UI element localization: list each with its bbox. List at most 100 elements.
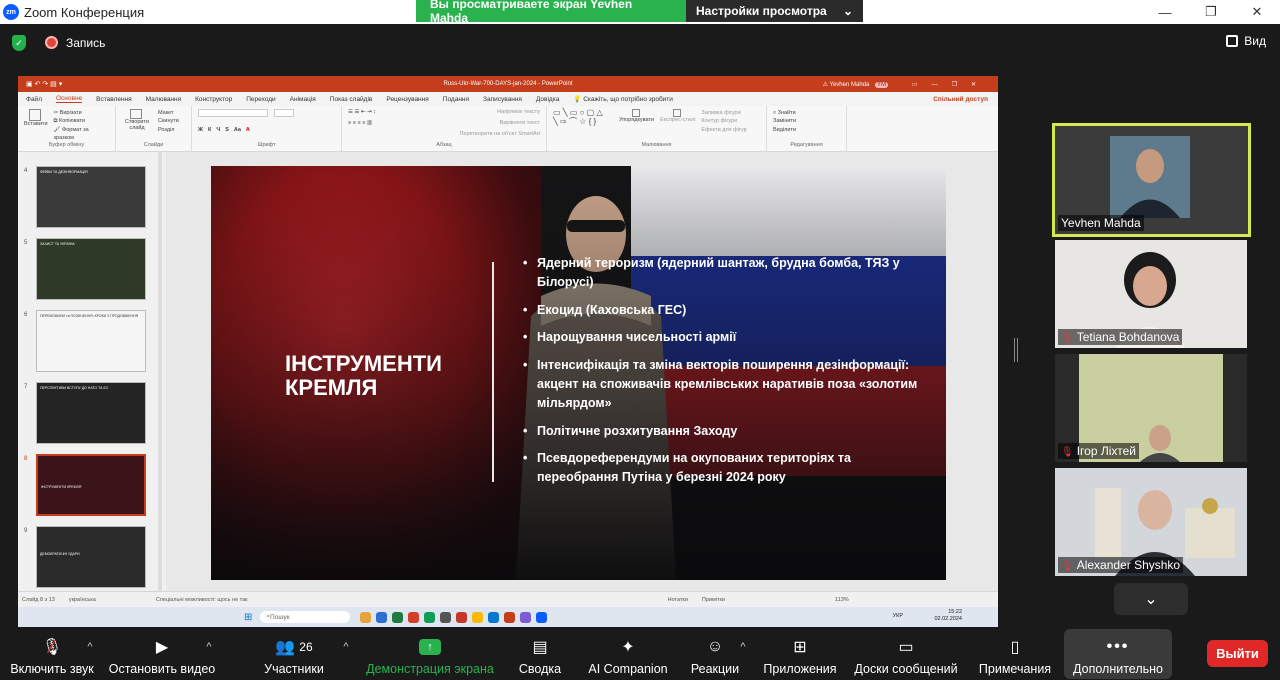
- summary-button[interactable]: ▤ Сводка: [516, 632, 564, 676]
- shape-fill-button[interactable]: Заливка фігури: [701, 109, 746, 117]
- comments-button[interactable]: Примітки: [702, 597, 725, 603]
- more-button[interactable]: ••• Дополнительно: [1064, 629, 1172, 679]
- copy-button[interactable]: ⧉ Копіювати: [54, 117, 109, 125]
- tell-me-box[interactable]: 💡 Скажіть, що потрібно зробити: [573, 95, 673, 103]
- replace-button[interactable]: Замінити: [773, 117, 840, 125]
- thumbnails-scrollbar[interactable]: [158, 152, 162, 591]
- participants-caret[interactable]: ^: [340, 632, 352, 676]
- new-slide-button[interactable]: Створити слайд: [122, 109, 152, 134]
- slide-thumbnail[interactable]: ДЕМОКРАТИЧНІ УДАРИ: [36, 526, 146, 588]
- app-icon[interactable]: [504, 611, 516, 623]
- tab-view[interactable]: Подання: [443, 96, 469, 103]
- slide-thumbnail-selected[interactable]: ІНСТРУМЕНТИ КРЕМЛЯ: [36, 454, 146, 516]
- reset-button[interactable]: Скинути: [158, 117, 179, 125]
- tab-slideshow[interactable]: Показ слайдів: [330, 96, 373, 103]
- font-name-box[interactable]: [198, 109, 268, 117]
- tab-design[interactable]: Конструктор: [195, 96, 232, 103]
- accessibility-status[interactable]: Спеціальні можливості: щось не так: [156, 597, 248, 603]
- app-icon[interactable]: [424, 611, 436, 623]
- app-icon[interactable]: [488, 611, 500, 623]
- shapes-gallery[interactable]: ▭ ╲ ▭ ○ ▢ △ ╲ ⇨ ⌒ ☆ { }: [553, 108, 613, 134]
- close-icon[interactable]: ✕: [1234, 0, 1280, 24]
- view-button[interactable]: Вид: [1226, 34, 1266, 48]
- mic-muted-icon: 🎙: [1061, 447, 1074, 458]
- app-icon[interactable]: [408, 611, 420, 623]
- stop-video-button[interactable]: ▶ Остановить видео: [108, 632, 216, 676]
- tab-draw[interactable]: Малювання: [146, 96, 181, 103]
- select-button[interactable]: Виділити: [773, 126, 840, 134]
- align-icons[interactable]: ≡ ≡ ≡ ≡ ▥: [348, 120, 372, 126]
- list-icons[interactable]: ☰ ☰ ⇤ ⇥ ↕: [348, 109, 376, 115]
- zoom-level[interactable]: 113%: [835, 597, 849, 603]
- taskbar-search[interactable]: ⌕ Пошук: [260, 611, 351, 623]
- keyboard-language[interactable]: УКР: [893, 613, 903, 619]
- format-painter-button[interactable]: 🖌 Формат за зразком: [54, 126, 109, 143]
- unmute-button[interactable]: 🎙 ⁄ Включить звук: [10, 632, 94, 677]
- tab-recording[interactable]: Записування: [483, 96, 522, 103]
- tab-transitions[interactable]: Переходи: [246, 96, 275, 103]
- windows-start-icon[interactable]: ⊞: [244, 612, 252, 623]
- font-size-box[interactable]: [274, 109, 294, 117]
- maximize-icon[interactable]: ❐: [1188, 0, 1234, 24]
- shape-effects-button[interactable]: Ефекти для фігур: [701, 126, 746, 134]
- layout-button[interactable]: Макет: [158, 109, 179, 117]
- video-tile[interactable]: 🎙 Ігор Ліхтей: [1055, 354, 1247, 462]
- smartart-button[interactable]: Перетворити на об'єкт SmartArt: [459, 131, 540, 137]
- tab-file[interactable]: Файл: [26, 96, 42, 103]
- app-icon[interactable]: [536, 611, 548, 623]
- notes-button[interactable]: Нотатки: [668, 597, 688, 603]
- video-tile[interactable]: Yevhen Mahda: [1052, 123, 1251, 237]
- taskbar-clock[interactable]: 15:22 02.02.2024: [934, 609, 962, 623]
- tab-review[interactable]: Рецензування: [386, 96, 428, 103]
- leave-button[interactable]: Выйти: [1207, 640, 1268, 667]
- video-tile[interactable]: 🎙 Alexander Shyshko: [1055, 468, 1247, 576]
- text-direction-button[interactable]: Напрямок тексту: [497, 109, 540, 115]
- video-tile[interactable]: 🎙 Tetiana Bohdanova: [1055, 240, 1247, 348]
- app-icon[interactable]: [520, 611, 532, 623]
- participants-button[interactable]: 👥 26 Участники: [262, 632, 326, 676]
- tab-help[interactable]: Довідка: [536, 96, 559, 103]
- notes-button[interactable]: ▯ Примечания: [976, 632, 1054, 676]
- paste-button[interactable]: Вставити: [24, 109, 48, 142]
- taskbar-app-icons: [360, 611, 548, 623]
- slide-thumbnail[interactable]: ЗАХИСТ ТА УКРАЇНА: [36, 238, 146, 300]
- app-icon[interactable]: [472, 611, 484, 623]
- app-icon[interactable]: [360, 611, 372, 623]
- lightbulb-icon: 💡: [573, 96, 584, 103]
- slide-thumbnail[interactable]: ПЕРЕМОВИНИ та ПОЗИЧЕННЯ: КРОКИ З ПРОДОВЖ…: [36, 310, 146, 372]
- view-settings-button[interactable]: Настройки просмотра ⌄: [686, 0, 863, 22]
- video-options-caret[interactable]: ^: [203, 632, 215, 676]
- reactions-button[interactable]: ☺ Реакции: [690, 632, 740, 676]
- recording-icon[interactable]: [45, 36, 58, 49]
- find-button[interactable]: ⌕ Знайти: [773, 109, 840, 117]
- reactions-caret[interactable]: ^: [737, 632, 749, 676]
- slide-thumbnail[interactable]: ПЕРСПЕКТИВИ ВСТУПУ ДО НАТО ТА ЄС: [36, 382, 146, 444]
- apps-button[interactable]: ⊞ Приложения: [762, 632, 838, 676]
- app-icon[interactable]: [456, 611, 468, 623]
- recording-label[interactable]: Запись: [66, 36, 105, 50]
- ai-companion-button[interactable]: ✦ AI Companion: [588, 632, 668, 676]
- slide-canvas: ІНСТРУМЕНТИ КРЕМЛЯ Ядерний тероризм (яде…: [211, 166, 946, 580]
- app-icon[interactable]: [440, 611, 452, 623]
- pp-share-button[interactable]: Спільний доступ: [933, 96, 988, 103]
- app-icon[interactable]: [392, 611, 404, 623]
- align-text-button[interactable]: Вирівняти текст: [500, 120, 540, 126]
- security-shield-icon[interactable]: ✓: [12, 35, 26, 51]
- minimize-icon[interactable]: —: [1142, 0, 1188, 24]
- tab-insert[interactable]: Вставлення: [96, 96, 132, 103]
- language-status[interactable]: українська: [69, 597, 96, 603]
- gallery-expand-button[interactable]: ⌄: [1114, 583, 1188, 615]
- share-screen-button[interactable]: ↑ Демонстрация экрана: [366, 632, 494, 676]
- slide-thumbnail[interactable]: ФЕЙКИ ТА ДЕЗІНФОРМАЦІЯ: [36, 166, 146, 228]
- tab-home[interactable]: Основне: [55, 95, 83, 103]
- splitter-handle[interactable]: [1014, 338, 1018, 362]
- arrange-button[interactable]: Упорядкувати: [619, 109, 654, 134]
- section-button[interactable]: Розділ: [158, 126, 179, 134]
- app-icon[interactable]: [376, 611, 388, 623]
- whiteboards-button[interactable]: ▭ Доски сообщений: [852, 632, 960, 676]
- audio-options-caret[interactable]: ^: [84, 632, 96, 676]
- quick-styles-button[interactable]: Експрес-стилі: [660, 109, 695, 134]
- shape-outline-button[interactable]: Контур фігури: [701, 117, 746, 125]
- tab-animation[interactable]: Анімація: [290, 96, 316, 103]
- cut-button[interactable]: ✂ Вирізати: [54, 109, 109, 117]
